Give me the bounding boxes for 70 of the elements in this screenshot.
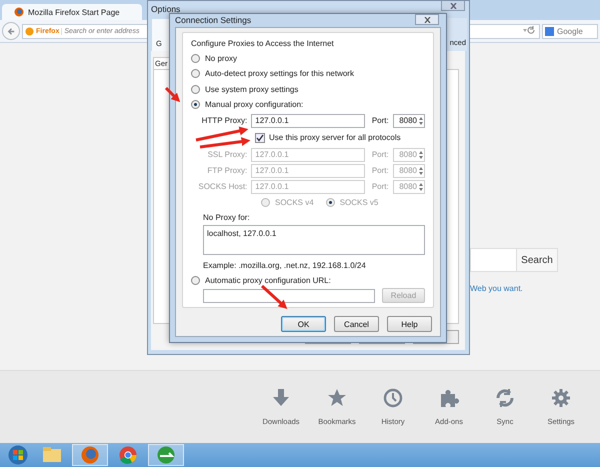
radio-button[interactable] xyxy=(191,84,200,94)
radio-label[interactable]: Auto-detect proxy settings for this network xyxy=(205,69,354,78)
checkbox-label[interactable]: Use this proxy server for all protocols xyxy=(269,133,401,142)
radio-button[interactable] xyxy=(191,100,200,110)
radio-button[interactable] xyxy=(191,54,200,63)
search-field[interactable] xyxy=(470,248,516,272)
sync-icon xyxy=(495,388,515,408)
close-button[interactable] xyxy=(441,1,465,11)
radio-label[interactable]: Manual proxy configuration: xyxy=(205,100,304,110)
reload-icon xyxy=(522,26,536,36)
port-label: Port: xyxy=(372,116,389,125)
checkbox[interactable] xyxy=(255,132,265,142)
search-engine-placeholder: Google xyxy=(557,26,583,36)
close-icon xyxy=(424,16,430,22)
group-label: Configure Proxies to Access the Internet xyxy=(191,38,335,48)
arrow-annotation xyxy=(200,137,250,148)
firefox-icon xyxy=(14,7,24,17)
proxy-field[interactable]: 127.0.0.1 xyxy=(251,114,365,128)
port-label: Port: xyxy=(372,166,389,175)
back-arrow-icon xyxy=(6,26,16,36)
dialog-button[interactable]: Help xyxy=(387,316,432,332)
close-icon xyxy=(450,2,456,8)
taskbar-button[interactable] xyxy=(148,444,184,466)
arrow-annotation xyxy=(164,86,180,102)
download-icon xyxy=(271,388,291,408)
close-button[interactable] xyxy=(415,14,439,25)
back-button[interactable] xyxy=(2,22,20,40)
browser-icon xyxy=(80,445,100,465)
proxy-label: SSL Proxy: xyxy=(206,150,248,159)
tab-title: Mozilla Firefox Start Page xyxy=(28,8,120,16)
radio-button[interactable] xyxy=(191,69,200,78)
text-area[interactable]: localhost, 127.0.0.1 xyxy=(203,224,425,254)
folder-icon xyxy=(42,445,62,465)
dialog-button[interactable]: OK xyxy=(281,316,326,332)
spinner-icon[interactable] xyxy=(418,148,424,160)
spinner-icon[interactable] xyxy=(418,180,424,192)
checkmark-icon xyxy=(256,134,264,142)
clock-icon xyxy=(383,388,403,408)
search-engine-icon xyxy=(545,26,554,36)
dialog-button[interactable]: Cancel xyxy=(334,316,379,332)
arrow-annotation xyxy=(196,126,248,142)
spinner-icon[interactable] xyxy=(418,164,424,176)
radio-button[interactable] xyxy=(191,276,200,285)
star-icon xyxy=(327,388,347,408)
port-label: Port: xyxy=(372,182,389,191)
radio-label[interactable]: Automatic proxy configuration URL: xyxy=(205,276,331,285)
arrow-annotation xyxy=(261,284,288,310)
taskbar-button[interactable] xyxy=(72,444,108,466)
radio-label[interactable]: Use system proxy settings xyxy=(205,84,298,94)
proxy-label: FTP Proxy: xyxy=(206,166,248,175)
search-engine-field[interactable]: Google xyxy=(542,24,598,38)
app-icon xyxy=(156,445,176,465)
port-label: Port: xyxy=(372,150,389,159)
browser-icon xyxy=(118,445,138,465)
spinner-icon[interactable] xyxy=(418,114,424,126)
proxy-label: SOCKS Host: xyxy=(197,182,248,191)
hint-text: Example: .mozilla.org, .net.nz, 192.168.1.0/24 xyxy=(202,260,367,272)
url-field[interactable] xyxy=(203,288,375,302)
search-button[interactable]: Search xyxy=(516,248,558,272)
proxy-label: HTTP Proxy: xyxy=(200,116,248,125)
browser-tab[interactable]: Mozilla Firefox Start Page xyxy=(2,4,142,20)
link-text[interactable]: Web you want. xyxy=(470,284,523,293)
puzzle-icon xyxy=(439,388,459,408)
field-label: No Proxy for: xyxy=(202,212,251,222)
dialog-title: Connection Settings xyxy=(175,15,252,26)
window-title: Options xyxy=(151,4,180,14)
port-field[interactable]: 8080 xyxy=(392,114,425,128)
windows-logo-icon xyxy=(8,445,28,465)
radio-label[interactable]: No proxy xyxy=(205,54,238,63)
gear-icon xyxy=(551,388,571,408)
